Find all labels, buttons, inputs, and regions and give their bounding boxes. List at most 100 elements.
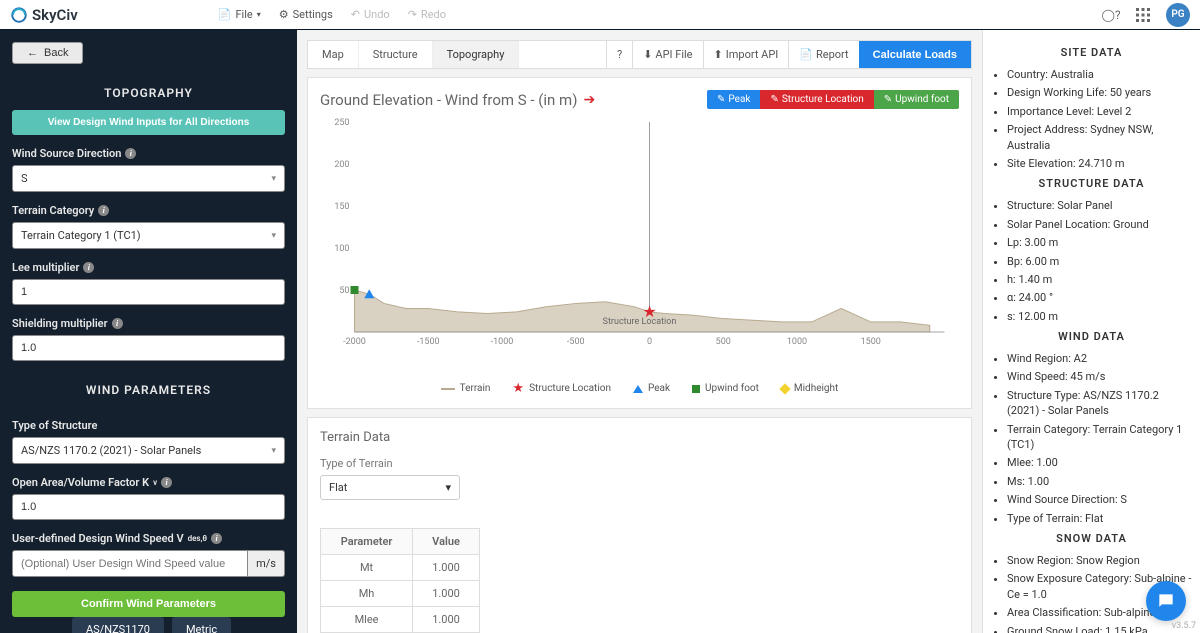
data-item: Ms: 1.00 xyxy=(1007,474,1192,489)
view-wind-inputs-button[interactable]: View Design Wind Inputs for All Directio… xyxy=(12,110,285,135)
info-icon[interactable]: i xyxy=(211,533,222,544)
back-button[interactable]: ←Back xyxy=(12,42,83,64)
lee-multiplier-input[interactable] xyxy=(12,279,285,305)
shielding-multiplier-input[interactable] xyxy=(12,335,285,361)
upwind-foot-button[interactable]: ✎Upwind foot xyxy=(874,90,959,109)
legend-midheight: Midheight xyxy=(781,381,838,396)
help-icon[interactable]: ◯? xyxy=(1102,6,1120,24)
svg-text:150: 150 xyxy=(334,202,349,212)
data-item: Ground Snow Load: 1.15 kPa xyxy=(1007,624,1192,633)
apps-icon[interactable] xyxy=(1134,6,1152,24)
info-icon[interactable]: i xyxy=(161,477,172,488)
legend-peak: Peak xyxy=(633,381,670,396)
units-tab[interactable]: Metric xyxy=(172,617,231,633)
report-link[interactable]: 📄Report xyxy=(788,41,858,68)
table-row: Mlee1.000 xyxy=(321,607,480,633)
type-structure-label: Type of Structure xyxy=(12,419,285,432)
topbar: SkyCiv 📄File ▾ ⚙Settings ↶Undo ↷Redo ◯? … xyxy=(0,0,1200,30)
edit-icon: ✎ xyxy=(884,94,892,105)
help-link[interactable]: ? xyxy=(606,41,632,68)
data-item: Structure Type: AS/NZS 1170.2 (2021) - S… xyxy=(1007,388,1192,419)
edit-icon: ✎ xyxy=(717,94,725,105)
structure-location-button[interactable]: ✎Structure Location xyxy=(760,90,873,109)
user-wind-speed-label: User-defined Design Wind Speed Vdes,θi xyxy=(12,532,285,545)
data-item: Structure: Solar Panel xyxy=(1007,198,1192,213)
user-wind-speed-input[interactable] xyxy=(12,550,248,577)
wind-parameters-title: WIND PARAMETERS xyxy=(12,383,285,397)
api-file-link[interactable]: ⬇API File xyxy=(632,41,702,68)
svg-text:100: 100 xyxy=(334,244,349,254)
structure-location-label: Structure Location xyxy=(603,317,677,327)
site-data-title: SITE DATA xyxy=(991,46,1192,59)
info-icon[interactable]: i xyxy=(83,262,94,273)
terrain-data-section: Terrain Data Type of Terrain Flat▾ Param… xyxy=(307,417,972,633)
legend-upwind: Upwind foot xyxy=(692,381,759,396)
data-item: Bp: 6.00 m xyxy=(1007,254,1192,269)
legend-structure: ★Structure Location xyxy=(512,381,611,396)
data-item: s: 12.00 m xyxy=(1007,309,1192,324)
arrow-left-icon: ← xyxy=(27,47,38,59)
edit-icon: ✎ xyxy=(770,94,778,105)
import-api-link[interactable]: ⬆Import API xyxy=(703,41,789,68)
data-item: Type of Terrain: Flat xyxy=(1007,511,1192,526)
structure-data-title: STRUCTURE DATA xyxy=(991,177,1192,190)
version-label: v3.5.7 xyxy=(1172,621,1196,631)
chevron-down-icon: ▾ xyxy=(271,231,276,241)
avatar[interactable]: PG xyxy=(1166,3,1190,27)
topography-title: TOPOGRAPHY xyxy=(12,86,285,100)
chart-legend: Terrain ★Structure Location Peak Upwind … xyxy=(320,381,959,396)
type-terrain-select[interactable]: Flat▾ xyxy=(320,475,460,500)
tab-topography[interactable]: Topography xyxy=(433,41,520,68)
type-structure-select[interactable]: AS/NZS 1170.2 (2021) - Solar Panels▾ xyxy=(12,437,285,464)
wind-data-title: WIND DATA xyxy=(991,330,1192,343)
terrain-data-heading: Terrain Data xyxy=(320,430,959,445)
info-icon[interactable]: i xyxy=(98,205,109,216)
wind-direction-select[interactable]: S▾ xyxy=(12,165,285,192)
table-row: Mh1.000 xyxy=(321,581,480,607)
legend-terrain: Terrain xyxy=(441,381,491,396)
peak-button[interactable]: ✎Peak xyxy=(707,90,760,109)
chart-title: Ground Elevation - Wind from S - (in m)➔ xyxy=(320,91,595,109)
chat-button[interactable] xyxy=(1146,581,1186,621)
data-item: Country: Australia xyxy=(1007,67,1192,82)
code-tab[interactable]: AS/NZS1170 xyxy=(72,617,164,633)
svg-text:0: 0 xyxy=(647,337,652,347)
svg-text:1000: 1000 xyxy=(787,337,807,347)
info-icon[interactable]: i xyxy=(125,148,136,159)
tab-map[interactable]: Map xyxy=(308,41,359,68)
file-menu[interactable]: 📄File ▾ xyxy=(218,8,261,21)
terrain-category-label: Terrain Categoryi xyxy=(12,204,285,217)
type-terrain-label: Type of Terrain xyxy=(320,457,959,470)
terrain-category-select[interactable]: Terrain Category 1 (TC1)▾ xyxy=(12,222,285,249)
data-item: Solar Panel Location: Ground xyxy=(1007,217,1192,232)
chart-area[interactable]: 50100150200250-2000-1500-1000-5000500100… xyxy=(320,117,959,377)
tab-structure[interactable]: Structure xyxy=(359,41,433,68)
settings-menu[interactable]: ⚙Settings xyxy=(279,8,333,21)
svg-text:50: 50 xyxy=(339,286,349,296)
data-item: Wind Speed: 45 m/s xyxy=(1007,369,1192,384)
data-item: Snow Region: Snow Region xyxy=(1007,553,1192,568)
redo-button[interactable]: ↷Redo xyxy=(408,8,446,21)
parameter-table: ParameterValue Mt1.000Mh1.000Mlee1.000Sl… xyxy=(320,528,480,633)
lee-multiplier-label: Lee multiplieri xyxy=(12,261,285,274)
download-icon: ⬇ xyxy=(643,48,652,61)
snow-data-title: SNOW DATA xyxy=(991,532,1192,545)
info-icon[interactable]: i xyxy=(112,318,123,329)
confirm-wind-parameters-button[interactable]: Confirm Wind Parameters xyxy=(12,591,285,617)
data-item: Terrain Category: Terrain Category 1 (TC… xyxy=(1007,422,1192,453)
upload-icon: ⬆ xyxy=(714,48,723,61)
open-area-factor-label: Open Area/Volume Factor Kvi xyxy=(12,476,285,489)
data-item: α: 24.00 ° xyxy=(1007,290,1192,305)
calculate-loads-button[interactable]: Calculate Loads xyxy=(859,41,971,68)
sidebar: ←Back TOPOGRAPHY View Design Wind Inputs… xyxy=(0,30,297,633)
svg-text:-500: -500 xyxy=(567,337,585,347)
table-row: Mt1.000 xyxy=(321,555,480,581)
right-panel: SITE DATA Country: AustraliaDesign Worki… xyxy=(982,30,1200,633)
svg-text:-2000: -2000 xyxy=(343,337,366,347)
open-area-factor-input[interactable] xyxy=(12,494,285,520)
arrow-right-icon: ➔ xyxy=(583,92,595,108)
chart-card: Ground Elevation - Wind from S - (in m)➔… xyxy=(307,77,972,409)
chevron-down-icon: ▾ xyxy=(271,446,276,456)
undo-button[interactable]: ↶Undo xyxy=(351,8,390,21)
unit-suffix: m/s xyxy=(248,550,285,577)
